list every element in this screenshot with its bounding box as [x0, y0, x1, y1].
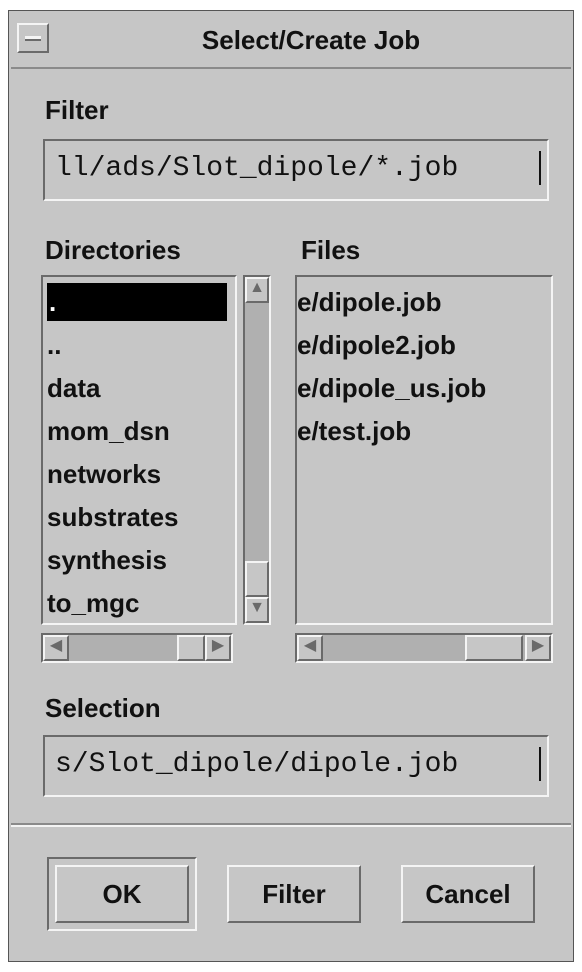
text-cursor	[539, 151, 541, 185]
arrow-left-icon[interactable]: ◀	[297, 635, 323, 661]
list-item-dir[interactable]: mom_dsn	[47, 412, 170, 450]
list-item-dir[interactable]: synthesis	[47, 541, 167, 579]
list-item-dir[interactable]: data	[47, 369, 100, 407]
directories-list[interactable]: . .. data mom_dsn networks substrates sy…	[41, 275, 237, 625]
selection-input-text: s/Slot_dipole/dipole.job	[55, 749, 459, 780]
arrow-right-icon[interactable]: ▶	[205, 635, 231, 661]
list-item-dir[interactable]: ..	[47, 326, 61, 364]
filter-input-text: ll/ads/Slot_dipole/*.job	[55, 153, 459, 184]
files-list[interactable]: e/dipole.job e/dipole2.job e/dipole_us.j…	[295, 275, 553, 625]
filter-label: Filter	[45, 95, 109, 125]
window-title: Select/Create Job	[201, 25, 421, 55]
directories-vertical-scrollbar[interactable]: ▲ ▼	[243, 275, 271, 625]
filter-input[interactable]: ll/ads/Slot_dipole/*.job	[43, 139, 549, 201]
list-item-file[interactable]: e/dipole_us.job	[297, 369, 486, 407]
list-item-dir[interactable]: substrates	[47, 498, 179, 536]
selection-input[interactable]: s/Slot_dipole/dipole.job	[43, 735, 549, 797]
scroll-thumb[interactable]	[245, 561, 269, 597]
directories-horizontal-scrollbar[interactable]: ◀ ▶	[41, 633, 233, 663]
text-cursor	[539, 747, 541, 781]
files-label: Files	[301, 235, 361, 265]
arrow-up-icon[interactable]: ▲	[245, 277, 269, 303]
list-item-file[interactable]: e/test.job	[297, 412, 411, 450]
list-item-file[interactable]: e/dipole2.job	[297, 326, 456, 364]
ok-button[interactable]: OK	[55, 865, 189, 923]
title-bar[interactable]: Select/Create Job	[11, 13, 571, 69]
arrow-down-icon[interactable]: ▼	[245, 597, 269, 623]
scroll-thumb[interactable]	[465, 635, 523, 661]
list-item-file[interactable]: e/dipole.job	[297, 283, 441, 321]
filter-button[interactable]: Filter	[227, 865, 361, 923]
cancel-button[interactable]: Cancel	[401, 865, 535, 923]
arrow-right-icon[interactable]: ▶	[525, 635, 551, 661]
arrow-left-icon[interactable]: ◀	[43, 635, 69, 661]
selection-label: Selection	[45, 693, 161, 723]
separator	[11, 823, 571, 827]
list-item-dir[interactable]: to_mgc	[47, 584, 139, 622]
window-menu-icon[interactable]	[17, 23, 49, 53]
directories-label: Directories	[45, 235, 181, 265]
list-item-dir[interactable]: networks	[47, 455, 161, 493]
scroll-thumb[interactable]	[177, 635, 205, 661]
list-item-dir-current[interactable]: .	[47, 283, 227, 321]
select-create-job-dialog: Select/Create Job Filter ll/ads/Slot_dip…	[8, 10, 574, 962]
files-horizontal-scrollbar[interactable]: ◀ ▶	[295, 633, 553, 663]
